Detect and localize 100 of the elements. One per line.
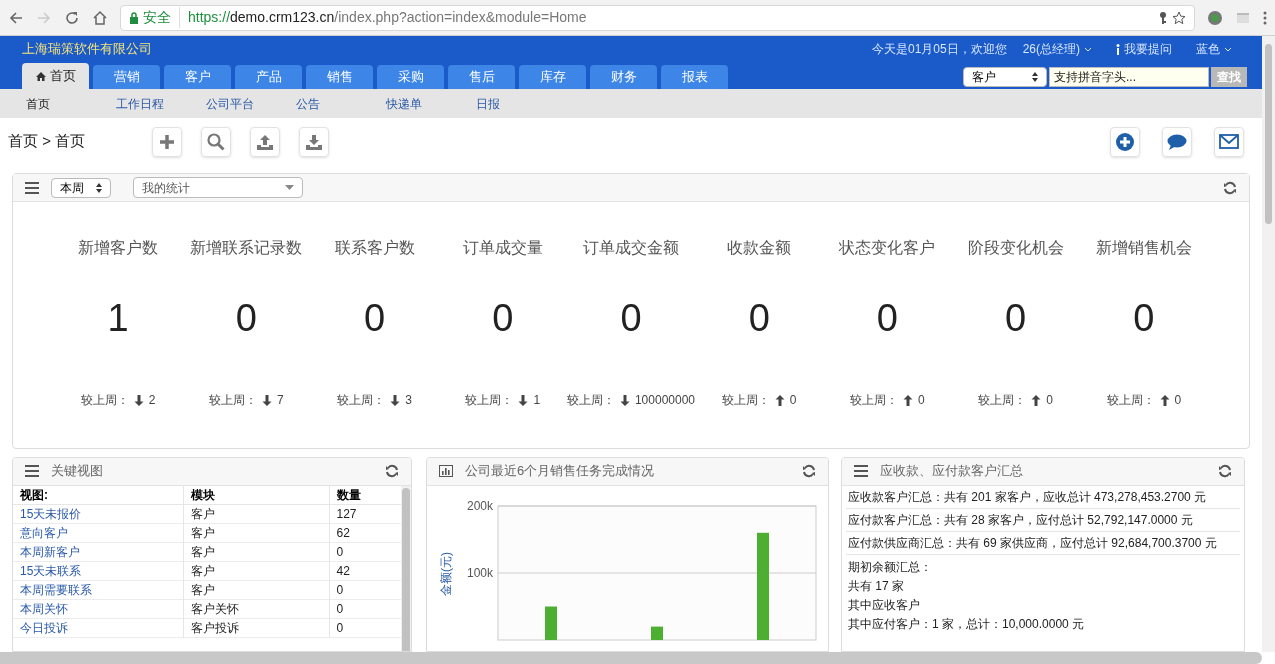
updown-icon: [96, 182, 102, 193]
subnav-link[interactable]: 公告: [296, 94, 386, 113]
compare-value: 7: [277, 392, 284, 410]
arrow-down-icon: [262, 394, 272, 406]
upload-button[interactable]: [250, 126, 280, 157]
arrow-down-icon: [518, 394, 529, 406]
info-icon: [1116, 43, 1120, 55]
stat-value: 0: [235, 299, 257, 338]
add-button[interactable]: [152, 126, 182, 157]
refresh-icon[interactable]: [802, 464, 816, 479]
nav-tab[interactable]: 采购: [377, 65, 444, 89]
nav-tab[interactable]: 销售: [306, 65, 373, 89]
chat-button[interactable]: [1162, 126, 1192, 157]
view-link[interactable]: 本周新客户: [13, 542, 183, 562]
stat-label: 状态变化客户: [839, 238, 936, 259]
subnav-link[interactable]: 公司平台: [206, 94, 296, 113]
subnav-link[interactable]: 日报: [476, 94, 566, 113]
menu-icon[interactable]: [25, 465, 39, 478]
help-link[interactable]: 我要提问: [1124, 40, 1172, 58]
stat-label: 联系客户数: [334, 238, 415, 259]
scrollbar[interactable]: [1262, 36, 1275, 652]
add-button[interactable]: [1110, 126, 1140, 157]
table-cell: 127: [329, 504, 402, 524]
download-icon: [305, 133, 323, 150]
panel-title: 关键视图: [51, 462, 103, 481]
nav-tab[interactable]: 报表: [661, 65, 728, 89]
summary-line: 其中应付客户：1 家，总计：10,000.0000 元: [847, 615, 1086, 633]
nav-tab[interactable]: 产品: [235, 65, 302, 89]
chevron-icon: [1084, 46, 1092, 53]
stat-value: 0: [876, 299, 898, 338]
view-link[interactable]: 本周关怀: [13, 599, 183, 619]
back-icon[interactable]: [8, 9, 24, 26]
arrow-up-icon: [774, 394, 785, 406]
subnav-link[interactable]: 首页: [26, 94, 116, 113]
chat-icon: [1167, 133, 1187, 150]
stat-label: 订单成交金额: [583, 238, 679, 259]
scrollbar[interactable]: [401, 485, 411, 651]
arrow-down-icon: [619, 394, 630, 406]
view-link[interactable]: 15天未联系: [13, 561, 183, 581]
stat-value: 0: [1133, 299, 1155, 338]
chart-icon: [439, 465, 453, 478]
stat-label: 新增销售机会: [1095, 238, 1192, 259]
search-button[interactable]: [201, 126, 231, 157]
panel-title: 公司最近6个月销售任务完成情况: [465, 462, 655, 481]
breadcrumb: 首页 > 首页: [8, 131, 87, 152]
more-icon[interactable]: [1263, 10, 1267, 25]
stat-label: 收款金额: [727, 238, 792, 259]
theme-menu[interactable]: 蓝色: [1196, 40, 1232, 58]
compare-label: 较上周：: [465, 392, 514, 410]
nav-tab[interactable]: 营销: [93, 65, 160, 89]
nav-tab[interactable]: 首页: [22, 63, 89, 89]
stat-label: 订单成交量: [462, 238, 543, 259]
view-select[interactable]: 我的统计: [133, 177, 303, 199]
tick-label: 200k: [466, 498, 493, 513]
arrow-down-icon: [133, 394, 144, 406]
upload-icon: [256, 133, 274, 150]
home-icon[interactable]: [92, 9, 108, 26]
download-button[interactable]: [299, 126, 329, 157]
compare-label: 较上周：: [1106, 392, 1155, 410]
compare-value: 1: [533, 392, 541, 410]
view-link[interactable]: 意向客户: [13, 523, 183, 543]
address-bar[interactable]: 安全 https://demo.crm123.cn/index.php?action=index&module=Home: [120, 4, 1195, 31]
company-name: 上海瑞策软件有限公司: [22, 40, 152, 59]
nav-tab[interactable]: 客户: [164, 65, 231, 89]
refresh-icon[interactable]: [385, 464, 399, 479]
extension-icon[interactable]: [1207, 9, 1223, 26]
table-cell: 客户: [183, 561, 329, 581]
search-field[interactable]: 支持拼音字头...: [1049, 67, 1209, 87]
scope-select[interactable]: 客户: [963, 67, 1047, 87]
refresh-icon[interactable]: [1223, 180, 1237, 195]
stat-value: 0: [620, 299, 642, 338]
nav-tab[interactable]: 售后: [448, 65, 515, 89]
key-icon[interactable]: [1158, 10, 1168, 25]
stat-value: 0: [748, 299, 770, 338]
stat-value: 0: [1005, 299, 1027, 338]
view-link[interactable]: 本周需要联系: [13, 580, 183, 600]
user-menu[interactable]: 26(总经理): [1022, 40, 1092, 58]
subnav-link[interactable]: 快递单: [386, 94, 476, 113]
view-link[interactable]: 15天未报价: [13, 504, 183, 524]
secure-label: 安全: [143, 7, 180, 28]
mail-button[interactable]: [1214, 126, 1244, 157]
arrow-up-icon: [1031, 394, 1042, 406]
table-cell: 42: [329, 561, 402, 581]
star-icon[interactable]: [1172, 10, 1186, 25]
menu-icon[interactable]: [25, 181, 39, 194]
plus-icon: [1116, 132, 1134, 151]
nav-tab[interactable]: 库存: [519, 65, 586, 89]
period-select[interactable]: 本周: [51, 177, 111, 198]
reload-icon[interactable]: [64, 9, 80, 26]
refresh-icon[interactable]: [1218, 464, 1232, 479]
menu-icon[interactable]: [854, 465, 868, 478]
view-link[interactable]: 今日投诉: [13, 618, 183, 638]
nav-tab[interactable]: 财务: [590, 65, 657, 89]
table-cell: 62: [329, 523, 402, 543]
table-cell: 0: [329, 618, 402, 638]
table-cell: 客户: [183, 523, 329, 543]
lock-icon: [129, 11, 139, 24]
arrow-down-icon: [390, 394, 401, 406]
horizontal-scrollbar[interactable]: [0, 652, 1262, 664]
subnav-link[interactable]: 工作日程: [116, 94, 206, 113]
